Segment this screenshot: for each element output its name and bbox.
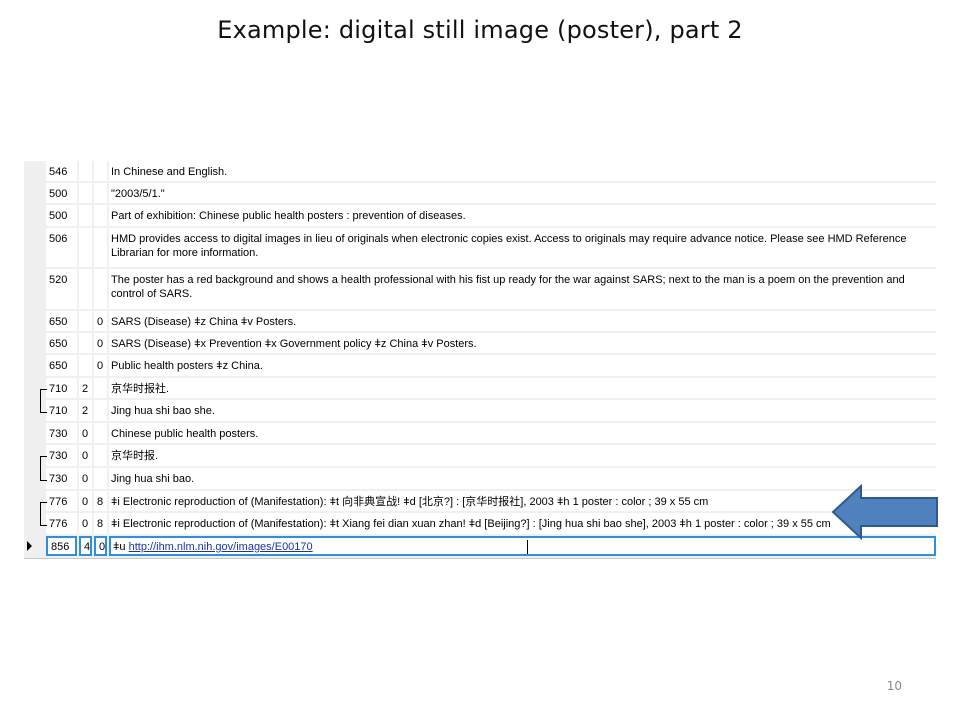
marc-field-row[interactable]: 506 HMD provides access to digital image… (24, 228, 936, 269)
indicator-2[interactable]: 0 (94, 333, 107, 353)
marc-field-row[interactable]: 650 0 SARS (Disease) ǂx Prevention ǂx Go… (24, 333, 936, 355)
indicator-1[interactable]: 0 (79, 491, 92, 511)
indicator-1[interactable]: 0 (79, 445, 92, 466)
row-selector[interactable] (24, 536, 44, 556)
indicator-1[interactable]: 0 (79, 423, 92, 443)
marc-field-row[interactable]: 730 0 Chinese public health posters. (24, 423, 936, 445)
field-content[interactable]: Part of exhibition: Chinese public healt… (109, 205, 936, 226)
indicator-1[interactable] (79, 228, 92, 267)
url-link[interactable]: http://ihm.nlm.nih.gov/images/E00170 (129, 541, 313, 553)
indicator-1[interactable]: 2 (79, 378, 92, 398)
slide-title: Example: digital still image (poster), p… (217, 16, 743, 44)
indicator-2[interactable] (94, 400, 107, 421)
marc-field-row[interactable]: 710 2 京华时报社. (24, 378, 936, 400)
indicator-1[interactable] (79, 311, 92, 331)
field-content[interactable]: Jing hua shi bao. (109, 468, 936, 489)
indicator-2[interactable]: 0 (94, 311, 107, 331)
slide-number: 10 (886, 679, 902, 693)
indicator-1[interactable]: 0 (79, 513, 92, 534)
field-tag[interactable]: 650 (46, 311, 77, 331)
field-tag[interactable]: 520 (46, 269, 77, 309)
indicator-1[interactable]: 4 (79, 536, 92, 556)
field-tag[interactable]: 730 (46, 468, 77, 489)
row-selector-arrow-icon (27, 541, 32, 551)
marc-field-row[interactable]: 776 0 8 ǂi Electronic reproduction of (M… (24, 513, 936, 536)
field-content[interactable]: 京华时报社. (109, 378, 936, 398)
field-tag[interactable]: 500 (46, 205, 77, 226)
indicator-1[interactable] (79, 161, 92, 181)
indicator-1[interactable]: 0 (79, 468, 92, 489)
marc-record-grid: 546 In Chinese and English. 500 "2003/5/… (24, 161, 936, 559)
marc-field-row[interactable]: 730 0 Jing hua shi bao. (24, 468, 936, 491)
indicator-2[interactable] (94, 468, 107, 489)
subfield-code: ǂu (113, 541, 129, 553)
indicator-2[interactable] (94, 228, 107, 267)
field-content[interactable]: 京华时报. (109, 445, 936, 466)
indicator-1[interactable] (79, 269, 92, 309)
indicator-2[interactable]: 0 (94, 355, 107, 376)
marc-field-row[interactable]: 710 2 Jing hua shi bao she. (24, 400, 936, 423)
marc-field-row[interactable]: 730 0 京华时报. (24, 445, 936, 468)
indicator-2[interactable] (94, 423, 107, 443)
indicator-2[interactable] (94, 205, 107, 226)
field-tag[interactable]: 650 (46, 355, 77, 376)
indicator-2[interactable] (94, 161, 107, 181)
indicator-1[interactable] (79, 333, 92, 353)
field-content[interactable]: "2003/5/1." (109, 183, 936, 203)
field-tag[interactable]: 546 (46, 161, 77, 181)
field-content-editor[interactable]: ǂu http://ihm.nlm.nih.gov/images/E00170 (109, 536, 936, 556)
field-tag[interactable]: 710 (46, 378, 77, 398)
text-cursor (526, 540, 528, 554)
marc-field-row[interactable]: 546 In Chinese and English. (24, 161, 936, 183)
indicator-2[interactable] (94, 183, 107, 203)
field-content[interactable]: ǂi Electronic reproduction of (Manifesta… (109, 513, 936, 534)
marc-field-row[interactable]: 650 0 SARS (Disease) ǂz China ǂv Posters… (24, 311, 936, 333)
field-tag[interactable]: 506 (46, 228, 77, 267)
indicator-1[interactable] (79, 205, 92, 226)
linked-field-bracket (40, 389, 47, 413)
marc-field-row[interactable]: 500 Part of exhibition: Chinese public h… (24, 205, 936, 228)
marc-field-row[interactable]: 650 0 Public health posters ǂz China. (24, 355, 936, 378)
field-content[interactable]: SARS (Disease) ǂz China ǂv Posters. (109, 311, 936, 331)
field-tag[interactable]: 650 (46, 333, 77, 353)
indicator-2[interactable] (94, 445, 107, 466)
field-tag[interactable]: 730 (46, 445, 77, 466)
indicator-2[interactable]: 8 (94, 513, 107, 534)
field-content[interactable]: Chinese public health posters. (109, 423, 936, 443)
indicator-1[interactable] (79, 355, 92, 376)
field-tag[interactable]: 500 (46, 183, 77, 203)
callout-arrow-shape (831, 484, 938, 540)
field-content[interactable]: HMD provides access to digital images in… (109, 228, 936, 267)
marc-field-row[interactable]: 500 "2003/5/1." (24, 183, 936, 205)
callout-left-arrow-icon (831, 484, 938, 540)
field-content[interactable]: The poster has a red background and show… (109, 269, 936, 309)
field-content[interactable]: Public health posters ǂz China. (109, 355, 936, 376)
indicator-2[interactable] (94, 378, 107, 398)
field-tag[interactable]: 730 (46, 423, 77, 443)
linked-field-bracket (40, 456, 47, 481)
field-tag[interactable]: 710 (46, 400, 77, 421)
field-content[interactable]: SARS (Disease) ǂx Prevention ǂx Governme… (109, 333, 936, 353)
indicator-2[interactable]: 0 (94, 536, 107, 556)
marc-field-row-selected[interactable]: 856 4 0 ǂu http://ihm.nlm.nih.gov/images… (24, 536, 936, 558)
indicator-2[interactable] (94, 269, 107, 309)
linked-field-bracket (40, 502, 47, 526)
indicator-1[interactable]: 2 (79, 400, 92, 421)
marc-field-row[interactable]: 776 0 8 ǂi Electronic reproduction of (M… (24, 491, 936, 513)
indicator-1[interactable] (79, 183, 92, 203)
field-content[interactable]: In Chinese and English. (109, 161, 936, 181)
field-content[interactable]: ǂi Electronic reproduction of (Manifesta… (109, 491, 936, 511)
field-tag[interactable]: 776 (46, 491, 77, 511)
field-tag[interactable]: 776 (46, 513, 77, 534)
field-content[interactable]: Jing hua shi bao she. (109, 400, 936, 421)
marc-field-row[interactable]: 520 The poster has a red background and … (24, 269, 936, 311)
field-tag[interactable]: 856 (46, 536, 77, 556)
indicator-2[interactable]: 8 (94, 491, 107, 511)
